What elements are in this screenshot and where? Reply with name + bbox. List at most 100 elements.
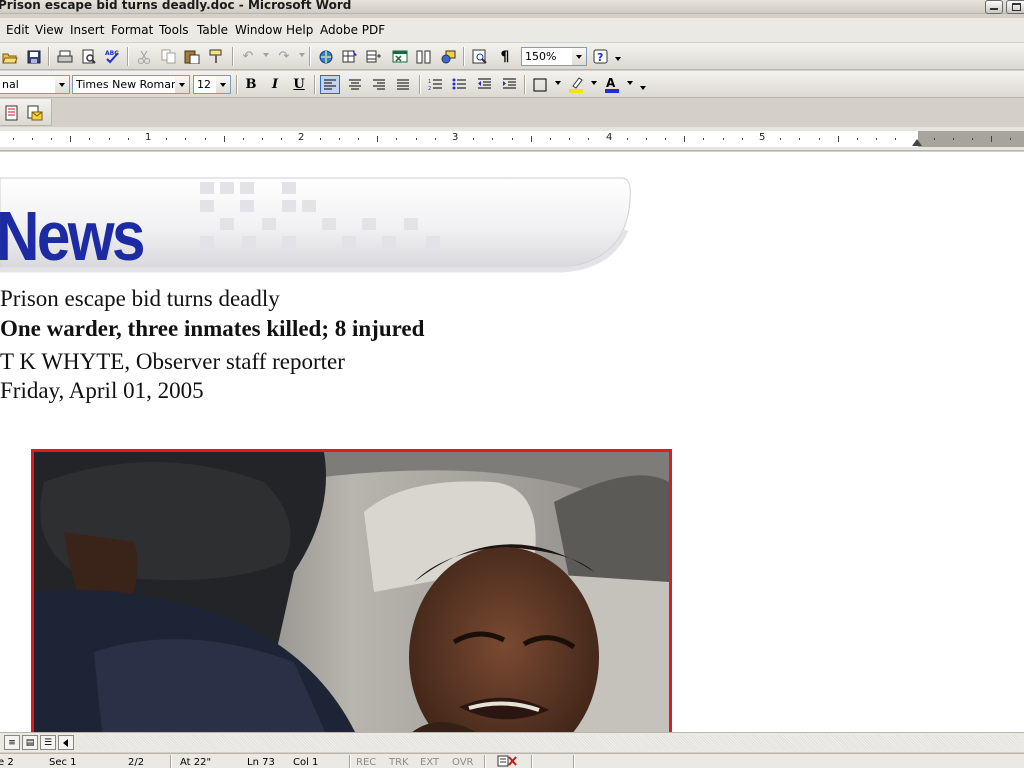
font-size-combo[interactable]: 12: [193, 75, 231, 94]
insert-table-button[interactable]: [364, 47, 384, 66]
ruler-tick: [723, 138, 724, 140]
scroll-left-button[interactable]: [58, 735, 74, 750]
bullets-button[interactable]: [449, 75, 469, 94]
show-hide-button[interactable]: ¶: [495, 47, 515, 66]
open-button[interactable]: [0, 47, 20, 66]
article-headline: Prison escape bid turns deadly: [0, 286, 280, 311]
normal-view-button[interactable]: ≡: [4, 735, 20, 750]
redo-dropdown-icon[interactable]: [299, 53, 305, 57]
menu-tools[interactable]: Tools: [159, 23, 189, 37]
underline-button[interactable]: U: [289, 75, 309, 94]
convert-and-email-button[interactable]: [25, 103, 45, 122]
columns-button[interactable]: [414, 47, 434, 66]
status-ext[interactable]: EXT: [420, 757, 439, 768]
undo-dropdown-icon[interactable]: [263, 53, 269, 57]
increase-indent-button[interactable]: [499, 75, 519, 94]
font-dropdown-icon[interactable]: [175, 76, 189, 93]
center-button[interactable]: [345, 75, 365, 94]
word-window: Prison escape bid turns deadly.doc - Mic…: [0, 0, 1024, 768]
highlight-button[interactable]: [566, 75, 586, 94]
zoom-combo[interactable]: 150%: [521, 47, 587, 66]
style-combo[interactable]: nal: [0, 75, 70, 94]
font-size-dropdown-icon[interactable]: [216, 76, 230, 93]
ruler-tick: [703, 138, 704, 140]
align-left-button[interactable]: [320, 75, 340, 94]
horizontal-ruler[interactable]: 1 2 3 4 5: [0, 127, 1024, 151]
status-rec[interactable]: REC: [356, 757, 376, 768]
banner-title: News: [0, 197, 146, 275]
undo-button[interactable]: ↶: [238, 47, 258, 66]
spelling-button[interactable]: ABC: [103, 47, 123, 66]
menu-edit[interactable]: Edit: [6, 23, 29, 37]
menu-insert[interactable]: Insert: [70, 23, 104, 37]
right-indent-marker[interactable]: [912, 139, 922, 146]
pdf-toolbar: [0, 99, 52, 126]
ruler-tick: [416, 138, 417, 140]
print-preview-button[interactable]: [79, 47, 99, 66]
spelling-icon: ABC: [105, 50, 119, 64]
status-separator: [349, 755, 351, 768]
center-icon: [349, 79, 361, 89]
horizontal-scrollbar[interactable]: ≡ ▤ ☰: [0, 732, 1024, 752]
font-color-button[interactable]: A: [602, 75, 622, 94]
convert-to-pdf-button[interactable]: [2, 103, 22, 122]
paste-button[interactable]: [182, 47, 202, 66]
bullets-icon: [452, 78, 466, 90]
bold-button[interactable]: B: [241, 75, 261, 94]
menu-help[interactable]: Help: [286, 23, 313, 37]
highlight-dropdown-icon[interactable]: [591, 81, 597, 85]
tables-borders-button[interactable]: [340, 47, 360, 66]
style-dropdown-icon[interactable]: [55, 76, 69, 93]
menu-table[interactable]: Table: [197, 23, 228, 37]
font-combo[interactable]: Times New Roman: [72, 75, 190, 94]
justify-button[interactable]: [393, 75, 413, 94]
ruler-tick: [492, 138, 493, 140]
minimize-button[interactable]: [985, 0, 1003, 14]
drawing-button[interactable]: [438, 47, 458, 66]
outline-view-button[interactable]: ☰: [40, 735, 56, 750]
hyperlink-button[interactable]: [316, 47, 336, 66]
insert-excel-button[interactable]: [390, 47, 410, 66]
borders-dropdown-icon[interactable]: [555, 81, 561, 85]
borders-button[interactable]: [530, 75, 550, 94]
status-trk[interactable]: TRK: [389, 757, 409, 768]
menu-view[interactable]: View: [35, 23, 63, 37]
toolbar-options-icon[interactable]: [640, 86, 646, 90]
news-photo[interactable]: [31, 449, 672, 732]
print-button[interactable]: [55, 47, 75, 66]
align-right-button[interactable]: [369, 75, 389, 94]
numbering-button[interactable]: 12: [425, 75, 445, 94]
font-color-dropdown-icon[interactable]: [627, 81, 633, 85]
menu-format[interactable]: Format: [111, 23, 153, 37]
print-layout-view-button[interactable]: ▤: [22, 735, 38, 750]
ruler-tick: [819, 138, 820, 140]
convert-to-pdf-icon: [5, 105, 18, 120]
maximize-icon: [1012, 3, 1021, 11]
help-button[interactable]: ?: [591, 47, 611, 66]
toolbar-options-icon[interactable]: [615, 57, 621, 61]
document-map-button[interactable]: [470, 47, 490, 66]
maximize-button[interactable]: [1006, 0, 1024, 14]
ruler-tick: [109, 138, 110, 140]
ruler-tick: [435, 138, 436, 140]
document-page[interactable]: News Prison escape bid turns deadly One …: [0, 152, 1024, 732]
menu-window[interactable]: Window: [235, 23, 282, 37]
cut-button[interactable]: [134, 47, 154, 66]
scroll-track[interactable]: [76, 735, 1020, 750]
zoom-dropdown-icon[interactable]: [572, 48, 586, 65]
italic-button[interactable]: I: [265, 75, 285, 94]
menu-bar: Edit View Insert Format Tools Table Wind…: [0, 18, 1024, 42]
spell-check-status[interactable]: [497, 755, 519, 768]
window-title: Prison escape bid turns deadly.doc - Mic…: [0, 0, 352, 12]
status-column: Col 1: [293, 757, 319, 768]
status-ovr[interactable]: OVR: [452, 757, 473, 768]
save-button[interactable]: [24, 47, 44, 66]
decrease-indent-button[interactable]: [474, 75, 494, 94]
document-map-icon: [472, 49, 487, 64]
format-painter-button[interactable]: [206, 47, 226, 66]
redo-button[interactable]: ↷: [274, 47, 294, 66]
ruler-tick: [991, 136, 992, 142]
copy-button[interactable]: [158, 47, 178, 66]
undo-icon: ↶: [242, 49, 254, 64]
menu-adobe-pdf[interactable]: Adobe PDF: [320, 23, 385, 37]
